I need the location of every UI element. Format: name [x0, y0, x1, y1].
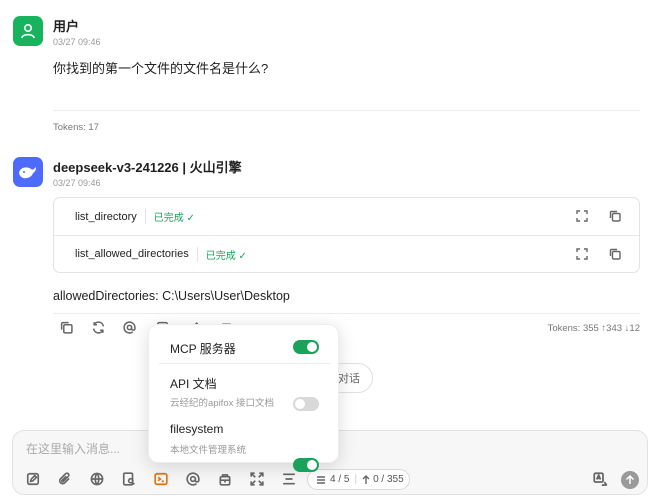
mcp-item-subtitle: 本地文件管理系统: [170, 445, 247, 456]
mcp-item-title: filesystem: [170, 422, 224, 436]
copy-icon[interactable]: [609, 248, 621, 260]
expand-icon[interactable]: [576, 248, 588, 260]
expand-icon[interactable]: [576, 210, 588, 222]
token-count: 0 / 355: [373, 474, 404, 485]
mcp-server-popup: MCP 服务器 API 文档 云经纪的apifox 接口文档 filesyste…: [148, 324, 339, 472]
tool-status: 已完成 ✓: [144, 209, 195, 224]
mention-model-icon[interactable]: [186, 472, 200, 486]
deepseek-avatar: [13, 157, 43, 187]
mcp-item-subtitle: 云经纪的apifox 接口文档: [170, 398, 274, 409]
user-avatar: [13, 16, 43, 46]
assistant-name: deepseek-v3-241226 | 火山引擎: [53, 160, 242, 175]
divider: [159, 363, 330, 364]
list-icon: [316, 475, 326, 485]
tool-status: 已完成 ✓: [196, 246, 247, 262]
mcp-item-title: API 文档: [170, 377, 217, 391]
attachment-icon[interactable]: [58, 472, 72, 486]
separator: |: [354, 474, 358, 485]
knowledge-base-icon[interactable]: [122, 472, 136, 486]
user-timestamp: 03/27 09:46: [53, 37, 101, 47]
message-input[interactable]: 在这里输入消息...: [26, 440, 120, 457]
tool-name: list_allowed_directories: [75, 248, 189, 260]
tool-name: list_directory: [75, 210, 137, 223]
mention-icon[interactable]: [123, 321, 136, 334]
mcp-master-toggle[interactable]: [293, 340, 319, 354]
web-search-icon[interactable]: [90, 472, 104, 486]
context-token-indicator[interactable]: 4 / 5 | 0 / 355: [307, 469, 410, 490]
tool-call-row[interactable]: list_directory 已完成 ✓: [54, 198, 639, 235]
user-name: 用户: [53, 19, 80, 34]
assistant-timestamp: 03/27 09:46: [53, 178, 101, 188]
copy-icon[interactable]: [609, 210, 621, 222]
mcp-item-toggle[interactable]: [293, 458, 319, 472]
translate-input-icon[interactable]: [593, 472, 608, 487]
divider: [53, 313, 640, 314]
whale-icon: [19, 167, 36, 179]
mcp-server-icon[interactable]: [154, 472, 168, 486]
arrow-up-icon: [625, 475, 635, 484]
copy-icon[interactable]: [60, 321, 73, 334]
assistant-tokens: Tokens: 355 ↑343 ↓12: [547, 323, 640, 334]
assistant-preset-icon[interactable]: [218, 472, 232, 486]
fullscreen-icon[interactable]: [250, 472, 264, 486]
context-count: 4 / 5: [330, 474, 350, 485]
tool-call-row[interactable]: list_allowed_directories 已完成 ✓: [54, 235, 639, 272]
new-chat-icon[interactable]: [26, 472, 40, 486]
arrow-up-icon: [362, 474, 370, 485]
refresh-icon[interactable]: [92, 321, 105, 334]
clear-context-icon[interactable]: [282, 472, 296, 486]
divider: [53, 110, 640, 111]
user-message-text: 你找到的第一个文件的文件名是什么?: [53, 61, 269, 76]
send-button[interactable]: [621, 471, 639, 489]
mcp-item-toggle[interactable]: [293, 397, 319, 411]
assistant-message-text: allowedDirectories: C:\Users\User\Deskto…: [53, 289, 290, 303]
new-topic-label: 对话: [338, 373, 360, 385]
mcp-servers-title: MCP 服务器: [170, 342, 236, 356]
tool-calls-panel: list_directory 已完成 ✓ list_allowed_direct…: [53, 197, 640, 273]
user-tokens: Tokens: 17: [53, 122, 99, 133]
user-icon: [21, 23, 35, 39]
